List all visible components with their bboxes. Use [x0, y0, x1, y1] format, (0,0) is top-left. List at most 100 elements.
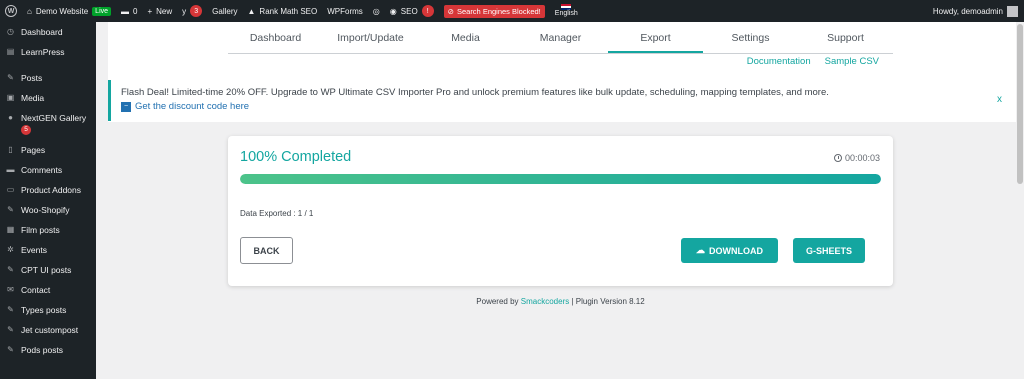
sidebar-item-label: Events — [21, 245, 47, 255]
documentation-link[interactable]: Documentation — [747, 56, 811, 67]
gsheets-button[interactable]: G-SHEETS — [793, 238, 865, 263]
plugin-tabs: Dashboard Import/Update Media Manager Export… — [228, 27, 893, 54]
howdy-label: Howdy, demoadmin — [932, 6, 1003, 16]
sidebar-item-media[interactable]: ▣ Media — [0, 88, 96, 108]
pin-icon: ✎ — [7, 205, 14, 214]
tab-dashboard[interactable]: Dashboard — [228, 27, 323, 53]
pin-icon: ✎ — [7, 73, 14, 82]
elapsed-time: 00:00:03 — [844, 153, 880, 163]
sidebar-item-label: Dashboard — [21, 27, 63, 37]
learnpress-icon: ▤ — [6, 47, 15, 56]
scrollbar-thumb[interactable] — [1017, 24, 1023, 184]
tab-manager[interactable]: Manager — [513, 27, 608, 53]
sidebar-item-product-addons[interactable]: ▭ Product Addons — [0, 180, 96, 200]
progress-bar — [240, 174, 881, 184]
new-content-menu[interactable]: + New — [142, 0, 177, 22]
sidebar-item-label: Posts — [21, 73, 43, 83]
powered-prefix: Powered by — [476, 297, 519, 306]
my-account-menu[interactable]: Howdy, demoadmin — [932, 5, 1024, 17]
pages-icon: ▯ — [8, 145, 13, 154]
cloud-download-icon: ☁ — [696, 245, 705, 255]
flash-message: Flash Deal! Limited-time 20% OFF. Upgrad… — [121, 87, 829, 98]
sidebar-item-pods-posts[interactable]: ✎ Pods posts — [0, 340, 96, 360]
tab-settings[interactable]: Settings — [703, 27, 798, 53]
gallery-menu[interactable]: Gallery — [207, 0, 242, 22]
sidebar-item-label: LearnPress — [21, 47, 65, 57]
download-button[interactable]: ☁ DOWNLOAD — [681, 238, 778, 263]
language-menu[interactable]: English — [550, 0, 583, 22]
sidebar-item-jet-custompost[interactable]: ✎ Jet custompost — [0, 320, 96, 340]
comments-icon: ▬ — [6, 165, 15, 174]
sample-csv-link[interactable]: Sample CSV — [825, 56, 879, 67]
plugin-version: | Plugin Version 8.12 — [571, 297, 645, 306]
clock-icon — [833, 154, 842, 162]
tab-media[interactable]: Media — [418, 27, 513, 53]
pin-icon: ✎ — [7, 305, 14, 314]
mail-icon: ✉ — [7, 285, 14, 294]
discount-link-label: Get the discount code here — [135, 101, 250, 112]
comments-menu[interactable]: ▬ 0 — [116, 0, 142, 22]
dashboard-icon: ◷ — [7, 27, 14, 36]
wp-logo-menu[interactable]: W — [0, 0, 22, 22]
pin-icon: ✎ — [7, 265, 14, 274]
sidebar-item-pages[interactable]: ▯ Pages — [0, 140, 96, 160]
back-button[interactable]: BACK — [240, 237, 293, 264]
seo-icon: ◉ — [389, 6, 397, 16]
yoast-menu[interactable]: y 3 — [177, 0, 207, 22]
language-label: English — [554, 10, 578, 17]
pin-icon: ✎ — [7, 325, 14, 334]
sidebar-item-label: Product Addons — [21, 185, 82, 195]
sidebar-item-nextgen-gallery[interactable]: ● NextGEN Gallery 5 — [0, 108, 96, 140]
comment-icon: ▬ — [121, 6, 130, 16]
sidebar-item-label: NextGEN Gallery — [21, 113, 87, 123]
admin-sidebar: ◷ Dashboard ▤ LearnPress ✎ Posts ▣ Media ● NextGE… — [0, 22, 96, 379]
sidebar-item-label: Film posts — [21, 225, 60, 235]
sidebar-item-types-posts[interactable]: ✎ Types posts — [0, 300, 96, 320]
avatar — [1007, 5, 1018, 17]
export-status-card: 100% Completed 00:00:03 Data Exported : … — [228, 136, 893, 286]
tab-support[interactable]: Support — [798, 27, 893, 53]
sidebar-item-comments[interactable]: ▬ Comments — [0, 160, 96, 180]
sidebar-item-dashboard[interactable]: ◷ Dashboard — [0, 22, 96, 42]
powered-by-footer: Powered by Smackcoders | Plugin Version … — [228, 297, 893, 306]
seo-label: SEO — [400, 6, 418, 16]
search-engines-blocked[interactable]: ⊘ Search Engines Blocked! — [439, 0, 550, 22]
sidebar-item-contact[interactable]: ✉ Contact — [0, 280, 96, 300]
tab-export[interactable]: Export — [608, 27, 703, 53]
sidebar-item-film-posts[interactable]: ▦ Film posts — [0, 220, 96, 240]
blocked-icon: ⊘ — [447, 6, 454, 16]
wpforms-label: WPForms — [327, 6, 363, 16]
plus-icon: + — [147, 6, 153, 16]
sidebar-item-label: CPT UI posts — [21, 265, 72, 275]
film-icon: ▦ — [6, 225, 15, 234]
seo-alert-badge: ! — [421, 5, 434, 17]
sidebar-item-label: Jet custompost — [21, 325, 79, 335]
wpforms-menu[interactable]: WPForms — [322, 0, 368, 22]
sidebar-item-label: Woo-Shopify — [21, 205, 70, 215]
sidebar-item-posts[interactable]: ✎ Posts — [0, 68, 96, 88]
sidebar-item-events[interactable]: ✲ Events — [0, 240, 96, 260]
gallery-label: Gallery — [212, 6, 238, 16]
yoast-count-badge: 3 — [190, 5, 203, 17]
discount-link[interactable]: − Get the discount code here — [121, 101, 1006, 112]
rankmath-menu[interactable]: ▲ Rank Math SEO — [243, 0, 323, 22]
pin-icon: ✎ — [7, 345, 14, 354]
gear-icon: ✲ — [7, 245, 14, 254]
admin-bar: W ⌂ Demo Website Live ▬ 0 + New y 3 Gall… — [0, 0, 1024, 22]
site-name-menu[interactable]: ⌂ Demo Website Live — [22, 0, 116, 22]
rankmath-icon: ▲ — [247, 6, 256, 16]
yoast-icon: y — [182, 6, 187, 16]
flash-deal-notice: Flash Deal! Limited-time 20% OFF. Upgrad… — [108, 80, 1016, 121]
sidebar-item-label: Pods posts — [21, 345, 64, 355]
media-icon: ▣ — [6, 93, 15, 102]
close-icon[interactable]: x — [997, 94, 1002, 105]
search-plugin-menu[interactable]: ◎ — [368, 0, 385, 22]
seo-menu[interactable]: ◉ SEO ! — [385, 0, 439, 22]
sidebar-item-cpt-ui-posts[interactable]: ✎ CPT UI posts — [0, 260, 96, 280]
sidebar-item-learnpress[interactable]: ▤ LearnPress — [0, 42, 96, 62]
smackcoders-link[interactable]: Smackcoders — [521, 297, 569, 306]
tab-import-update[interactable]: Import/Update — [323, 27, 418, 53]
sidebar-item-woo-shopify[interactable]: ✎ Woo-Shopify — [0, 200, 96, 220]
comments-count: 0 — [133, 6, 138, 16]
wordpress-icon: W — [5, 5, 17, 17]
